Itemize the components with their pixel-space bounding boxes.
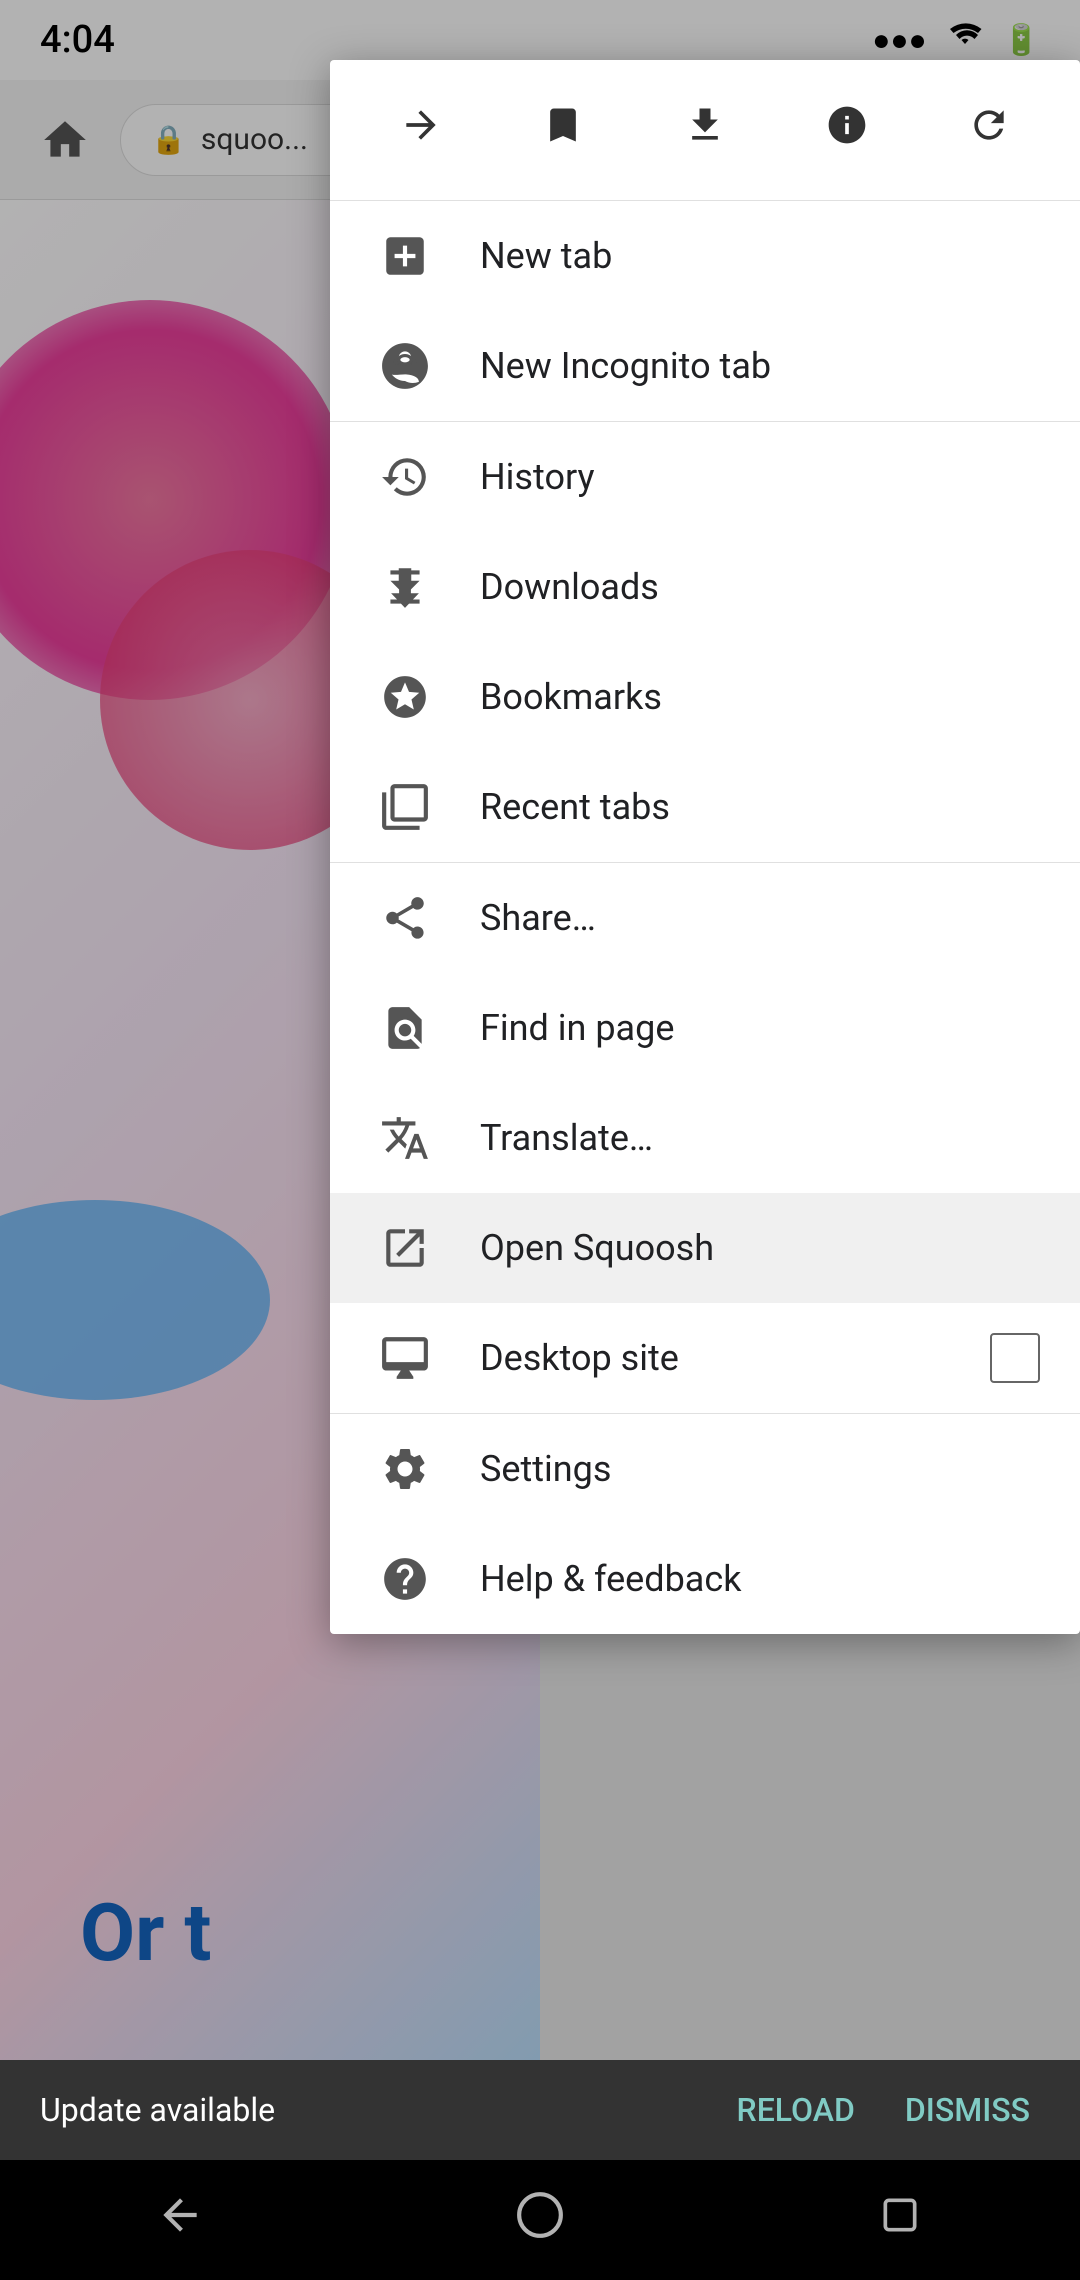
recent-tabs-label: Recent tabs: [480, 786, 1040, 828]
share-label: Share…: [480, 897, 1040, 939]
download-icon: [683, 103, 727, 158]
menu-item-translate[interactable]: Translate…: [330, 1083, 1080, 1193]
translate-label: Translate…: [480, 1117, 1040, 1159]
dropdown-menu: New tab New Incognito tab History Downlo…: [330, 60, 1080, 1634]
desktop-site-icon: [370, 1323, 440, 1393]
info-icon: [825, 103, 869, 158]
menu-item-share[interactable]: Share…: [330, 863, 1080, 973]
menu-item-open-squoosh[interactable]: Open Squoosh: [330, 1193, 1080, 1303]
menu-item-new-tab[interactable]: New tab: [330, 201, 1080, 311]
bookmark-button[interactable]: [523, 90, 603, 170]
update-text: Update available: [40, 2091, 275, 2129]
incognito-label: New Incognito tab: [480, 345, 1040, 387]
menu-item-desktop-site[interactable]: Desktop site: [330, 1303, 1080, 1413]
history-label: History: [480, 456, 1040, 498]
menu-item-settings[interactable]: Settings: [330, 1414, 1080, 1524]
reload-button[interactable]: RELOAD: [727, 2081, 865, 2139]
find-in-page-label: Find in page: [480, 1007, 1040, 1049]
menu-item-find-in-page[interactable]: Find in page: [330, 973, 1080, 1083]
find-in-page-icon: [370, 993, 440, 1063]
menu-toolbar: [330, 60, 1080, 201]
refresh-icon: [967, 103, 1011, 158]
menu-item-recent-tabs[interactable]: Recent tabs: [330, 752, 1080, 862]
help-icon: [370, 1544, 440, 1614]
incognito-icon: [370, 331, 440, 401]
bookmarks-label: Bookmarks: [480, 676, 1040, 718]
menu-item-bookmarks[interactable]: Bookmarks: [330, 642, 1080, 752]
update-banner: Update available RELOAD DISMISS: [0, 2060, 1080, 2160]
menu-item-help-feedback[interactable]: Help & feedback: [330, 1524, 1080, 1634]
menu-item-history[interactable]: History: [330, 422, 1080, 532]
open-squoosh-label: Open Squoosh: [480, 1227, 1040, 1269]
menu-item-incognito[interactable]: New Incognito tab: [330, 311, 1080, 421]
refresh-button[interactable]: [949, 90, 1029, 170]
menu-item-downloads[interactable]: Downloads: [330, 532, 1080, 642]
info-button[interactable]: [807, 90, 887, 170]
downloads-icon: [370, 552, 440, 622]
desktop-site-label: Desktop site: [480, 1337, 990, 1379]
help-feedback-label: Help & feedback: [480, 1558, 1040, 1600]
new-tab-icon: [370, 221, 440, 291]
forward-button[interactable]: [381, 90, 461, 170]
update-actions: RELOAD DISMISS: [727, 2081, 1040, 2139]
bookmark-icon: [541, 103, 585, 158]
translate-icon: [370, 1103, 440, 1173]
history-icon: [370, 442, 440, 512]
new-tab-label: New tab: [480, 235, 1040, 277]
forward-icon: [399, 103, 443, 158]
download-button[interactable]: [665, 90, 745, 170]
share-icon: [370, 883, 440, 953]
open-squoosh-icon: [370, 1213, 440, 1283]
dismiss-button[interactable]: DISMISS: [895, 2081, 1040, 2139]
recent-tabs-icon: [370, 772, 440, 842]
settings-label: Settings: [480, 1448, 1040, 1490]
bookmarks-icon: [370, 662, 440, 732]
desktop-site-checkbox[interactable]: [990, 1333, 1040, 1383]
downloads-label: Downloads: [480, 566, 1040, 608]
settings-icon: [370, 1434, 440, 1504]
